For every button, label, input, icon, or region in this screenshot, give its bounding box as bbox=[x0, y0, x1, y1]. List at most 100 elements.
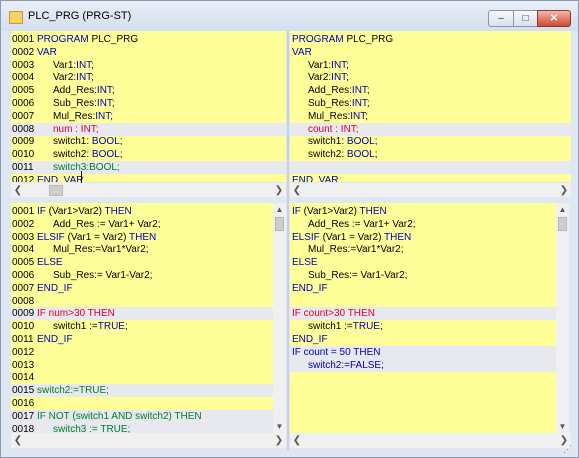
scroll-up-icon[interactable]: ▲ bbox=[273, 203, 286, 216]
code-line[interactable]: IF count = 50 THEN bbox=[290, 345, 556, 359]
declaration-pane-right[interactable]: PROGRAM PLC_PRG VAR Var1:INT; Var2:INT; Add_… bbox=[290, 31, 571, 182]
horizontal-scrollbar-bottom-left[interactable]: ❮ ❯ bbox=[11, 433, 286, 448]
code-line[interactable]: 0003 ELSIF (Var1 = Var2) THEN bbox=[11, 231, 273, 244]
code-text: switch3:BOOL; bbox=[53, 162, 120, 173]
code-line[interactable]: 0005 Add_Res:INT; bbox=[11, 84, 286, 97]
code-line[interactable]: Add_Res:INT; bbox=[290, 84, 571, 97]
close-button[interactable]: ✕ bbox=[537, 10, 571, 27]
scroll-left-icon[interactable]: ❮ bbox=[11, 433, 25, 448]
code-line[interactable]: 0001 PROGRAM PLC_PRG bbox=[11, 33, 286, 46]
vertical-pane-divider[interactable] bbox=[287, 31, 289, 450]
code-line[interactable]: 0012 END_VAR bbox=[11, 174, 286, 182]
code-line[interactable]: 0007 Mul_Res:INT; bbox=[11, 110, 286, 123]
code-text: switch3 := TRUE; bbox=[53, 423, 131, 433]
scroll-right-icon[interactable]: ❯ bbox=[272, 183, 286, 198]
code-line[interactable]: Var2:INT; bbox=[290, 71, 571, 84]
code-line[interactable]: ELSE bbox=[290, 256, 556, 269]
code-pane-left[interactable]: 0001 IF (Var1>Var2) THEN 0002 Add_Res := Va… bbox=[11, 203, 273, 433]
line-number: 0006 bbox=[12, 98, 35, 109]
code-line[interactable]: 0008 num : INT; bbox=[11, 122, 286, 136]
code-line[interactable]: 0018 switch3 := TRUE; bbox=[11, 422, 273, 433]
code-line[interactable]: 0010 switch1 :=TRUE; bbox=[11, 320, 273, 333]
scroll-left-icon[interactable]: ❮ bbox=[11, 183, 25, 198]
code-line[interactable]: 0004 Var2:INT; bbox=[11, 71, 286, 84]
code-text: switch1 :=TRUE; bbox=[308, 321, 383, 333]
scroll-down-icon[interactable]: ▼ bbox=[273, 420, 286, 433]
code-line[interactable]: 0004 Mul_Res:=Var1*Var2; bbox=[11, 243, 273, 256]
scroll-left-icon[interactable]: ❮ bbox=[290, 183, 304, 198]
code-line[interactable]: IF count>30 THEN bbox=[290, 307, 556, 321]
code-line[interactable]: 0009 switch1: BOOL; bbox=[11, 135, 286, 148]
maximize-button[interactable]: □ bbox=[513, 10, 538, 27]
code-line[interactable]: END_VAR bbox=[290, 174, 571, 182]
code-line[interactable]: 0016 bbox=[11, 397, 273, 410]
code-line[interactable]: switch1: BOOL; bbox=[290, 135, 571, 148]
line-number: 0011 bbox=[12, 162, 34, 173]
horizontal-scrollbar-top-right[interactable]: ❮ ❯ bbox=[290, 183, 571, 198]
code-line[interactable]: 0013 bbox=[11, 359, 273, 372]
code-line[interactable]: END_IF bbox=[290, 333, 556, 346]
code-line[interactable]: 0003 Var1:INT; bbox=[11, 59, 286, 72]
code-line[interactable]: 0011 END_IF bbox=[11, 333, 273, 346]
resize-grip-icon[interactable]: ⋰ bbox=[563, 444, 573, 454]
code-line[interactable]: END_IF bbox=[290, 282, 556, 295]
code-line[interactable]: 0009 IF num>30 THEN bbox=[11, 307, 273, 321]
code-line[interactable]: 0007 END_IF bbox=[11, 282, 273, 295]
code-line[interactable]: Mul_Res:=Var1*Var2; bbox=[290, 243, 556, 256]
code-line[interactable]: switch2:=FALSE; bbox=[290, 358, 556, 372]
code-line[interactable]: 0005 ELSE bbox=[11, 256, 273, 269]
code-line[interactable]: IF (Var1>Var2) THEN bbox=[290, 205, 556, 218]
line-number: 0010 bbox=[12, 149, 35, 161]
code-line[interactable]: 0014 bbox=[11, 371, 273, 384]
scroll-thumb[interactable] bbox=[49, 185, 63, 196]
code-line[interactable]: Add_Res := Var1+ Var2; bbox=[290, 218, 556, 231]
code-line[interactable]: ELSIF (Var1 = Var2) THEN bbox=[290, 231, 556, 244]
scroll-right-icon[interactable]: ❯ bbox=[557, 183, 571, 198]
code-text: END_VAR bbox=[292, 174, 339, 182]
scroll-right-icon[interactable]: ❯ bbox=[272, 433, 286, 448]
code-line[interactable]: 0008 bbox=[11, 295, 273, 308]
code-line[interactable]: switch1 :=TRUE; bbox=[290, 320, 556, 333]
code-line[interactable]: 0002 Add_Res := Var1+ Var2; bbox=[11, 218, 273, 231]
code-text: num : INT; bbox=[53, 123, 99, 135]
scroll-thumb[interactable] bbox=[558, 217, 567, 231]
code-line[interactable]: switch2: BOOL; bbox=[290, 148, 571, 161]
code-line[interactable]: Sub_Res:INT; bbox=[290, 97, 571, 110]
code-line[interactable]: count : INT; bbox=[290, 122, 571, 136]
scroll-left-icon[interactable]: ❮ bbox=[290, 433, 304, 448]
scroll-thumb[interactable] bbox=[275, 217, 284, 231]
code-line[interactable]: 0015 switch2:=TRUE; bbox=[11, 384, 273, 398]
code-line[interactable]: 0001 IF (Var1>Var2) THEN bbox=[11, 205, 273, 218]
line-number: 0003 bbox=[12, 59, 35, 71]
code-text: Sub_Res:= Var1-Var2; bbox=[308, 270, 408, 281]
code-pane-right[interactable]: IF (Var1>Var2) THEN Add_Res := Var1+ Var2… bbox=[290, 203, 556, 433]
code-text: switch2:=TRUE; bbox=[37, 385, 109, 397]
title-bar[interactable]: PLC_PRG (PRG-ST) – □ ✕ bbox=[1, 1, 578, 31]
code-line[interactable]: PROGRAM PLC_PRG bbox=[290, 33, 571, 46]
declaration-pane-left[interactable]: 0001 PROGRAM PLC_PRG 0002 VAR 0003 Var1:INT; 0… bbox=[11, 31, 286, 182]
code-line[interactable]: 0002 VAR bbox=[11, 46, 286, 59]
code-line[interactable]: VAR bbox=[290, 46, 571, 59]
vertical-scrollbar-bottom-left[interactable]: ▲ ▼ bbox=[273, 203, 286, 433]
code-line[interactable]: Sub_Res:= Var1-Var2; bbox=[290, 269, 556, 282]
scroll-down-icon[interactable]: ▼ bbox=[556, 420, 569, 433]
code-line[interactable]: 0006 Sub_Res:= Var1-Var2; bbox=[11, 269, 273, 282]
code-text: PROGRAM PLC_PRG bbox=[292, 34, 394, 45]
code-line[interactable] bbox=[290, 295, 556, 308]
code-text: IF num>30 THEN bbox=[37, 308, 115, 320]
horizontal-scrollbar-top-left[interactable]: ❮ ❯ bbox=[11, 183, 286, 198]
horizontal-scrollbar-bottom-right[interactable]: ❮ ❯ bbox=[290, 433, 571, 448]
code-text: Var1:INT; bbox=[308, 59, 349, 71]
code-line[interactable]: 0017 IF NOT (switch1 AND switch2) THEN bbox=[11, 409, 273, 423]
code-text: Var2:INT; bbox=[308, 72, 349, 84]
vertical-scrollbar-bottom-right[interactable]: ▲ ▼ bbox=[556, 203, 569, 433]
minimize-button[interactable]: – bbox=[488, 10, 514, 27]
code-line[interactable]: 0010 switch2: BOOL; bbox=[11, 148, 286, 161]
code-line[interactable]: Mul_Res:INT; bbox=[290, 110, 571, 123]
code-line[interactable]: Var1:INT; bbox=[290, 59, 571, 72]
code-line[interactable]: 0012 bbox=[11, 346, 273, 359]
code-line[interactable]: 0011 switch3:BOOL; bbox=[11, 161, 286, 174]
code-line[interactable]: 0006 Sub_Res:INT; bbox=[11, 97, 286, 110]
scroll-up-icon[interactable]: ▲ bbox=[556, 203, 569, 216]
code-line[interactable] bbox=[290, 161, 571, 174]
